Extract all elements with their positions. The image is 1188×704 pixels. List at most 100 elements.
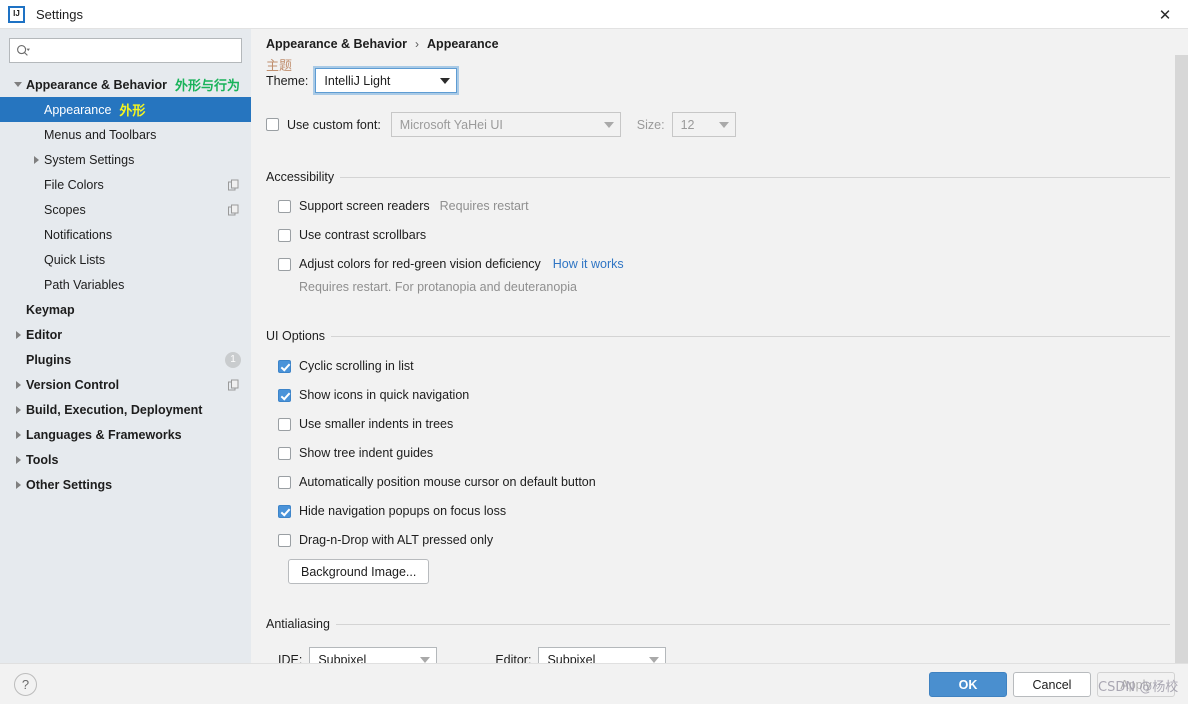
chevron-down-icon — [414, 656, 436, 663]
section-divider — [335, 623, 1170, 625]
tree-indent-guides-label: Show tree indent guides — [299, 446, 434, 460]
search-icon — [16, 44, 30, 58]
sidebar-item-languages-frameworks[interactable]: Languages & Frameworks — [0, 422, 251, 447]
drag-n-drop-alt-row: Drag-n-Drop with ALT pressed only — [278, 533, 493, 547]
chevron-right-icon[interactable] — [28, 155, 44, 164]
adjust-colors-label: Adjust colors for red-green vision defic… — [299, 257, 541, 271]
use-contrast-scrollbars-row: Use contrast scrollbars — [278, 228, 426, 242]
show-icons-quick-nav-row: Show icons in quick navigation — [278, 388, 469, 402]
sidebar-item-other-settings[interactable]: Other Settings — [0, 472, 251, 497]
sidebar-item-menus-and-toolbars[interactable]: Menus and Toolbars — [0, 122, 251, 147]
ok-button[interactable]: OK — [929, 672, 1007, 697]
sidebar-item-file-colors[interactable]: File Colors — [0, 172, 251, 197]
use-custom-font-checkbox[interactable] — [266, 118, 279, 131]
close-icon[interactable]: ✕ — [1142, 0, 1188, 29]
chevron-right-icon[interactable] — [10, 405, 26, 414]
copy-settings-icon[interactable] — [228, 179, 239, 190]
section-divider — [340, 176, 1170, 178]
sidebar-item-label: Notifications — [44, 227, 113, 242]
search-input[interactable] — [34, 43, 235, 58]
sidebar-item-system-settings[interactable]: System Settings — [0, 147, 251, 172]
show-icons-quick-nav-checkbox[interactable] — [278, 388, 291, 402]
chevron-right-icon[interactable] — [10, 380, 26, 389]
theme-combo[interactable]: IntelliJ Light — [315, 68, 458, 93]
section-divider — [331, 335, 1170, 337]
cyclic-scrolling-checkbox[interactable] — [278, 359, 291, 373]
sidebar-item-tools[interactable]: Tools — [0, 447, 251, 472]
use-contrast-scrollbars-checkbox[interactable] — [278, 228, 291, 242]
custom-font-value: Microsoft YaHei UI — [399, 117, 503, 132]
chevron-right-icon[interactable] — [10, 430, 26, 439]
theme-combo-value: IntelliJ Light — [324, 73, 391, 88]
sidebar-item-label: System Settings — [44, 152, 135, 167]
chevron-right-icon[interactable] — [10, 480, 26, 489]
content-scrollbar[interactable] — [1175, 55, 1188, 663]
apply-button: Apply — [1097, 672, 1175, 697]
sidebar-item-label: Menus and Toolbars — [44, 127, 157, 142]
breadcrumb-current: Appearance — [427, 37, 499, 51]
smaller-indents-checkbox[interactable] — [278, 417, 291, 431]
question-mark-icon[interactable]: ? — [14, 673, 37, 696]
sidebar-item-annotation: 外形 — [119, 104, 146, 119]
adjust-colors-row: Adjust colors for red-green vision defic… — [278, 257, 624, 271]
background-image-button[interactable]: Background Image... — [288, 559, 430, 584]
chevron-right-icon[interactable] — [10, 330, 26, 339]
sidebar-item-label: Languages & Frameworks — [26, 427, 182, 442]
breadcrumb-separator-icon: › — [415, 37, 420, 51]
settings-tree: Appearance & Behavior 外形与行为 Appearance 外形 Me… — [0, 72, 251, 497]
theme-label: Theme: — [266, 73, 309, 88]
chevron-down-icon[interactable] — [10, 82, 26, 87]
antialiasing-ide-label: IDE: — [278, 652, 303, 664]
font-size-combo[interactable]: 12 — [671, 112, 736, 137]
custom-font-row: Use custom font: Microsoft YaHei UI Size… — [266, 112, 736, 137]
sidebar-item-label: Build, Execution, Deployment — [26, 402, 203, 417]
intellij-idea-icon — [8, 5, 25, 23]
sidebar-item-notifications[interactable]: Notifications — [0, 222, 251, 247]
chevron-down-icon — [643, 656, 665, 663]
sidebar-item-appearance[interactable]: Appearance 外形 — [0, 97, 251, 122]
search-box[interactable] — [9, 38, 242, 63]
sidebar-item-version-control[interactable]: Version Control — [0, 372, 251, 397]
title-bar: Settings ✕ — [0, 0, 1188, 29]
smaller-indents-row: Use smaller indents in trees — [278, 417, 453, 431]
custom-font-combo[interactable]: Microsoft YaHei UI — [390, 112, 621, 137]
hide-nav-popups-checkbox[interactable] — [278, 504, 291, 518]
breadcrumb-parent[interactable]: Appearance & Behavior — [266, 37, 407, 51]
sidebar-item-scopes[interactable]: Scopes — [0, 197, 251, 222]
auto-position-cursor-checkbox[interactable] — [278, 475, 291, 489]
antialiasing-editor-value: Subpixel — [547, 652, 596, 664]
how-it-works-link[interactable]: How it works — [553, 257, 624, 271]
sidebar-item-build-execution-deployment[interactable]: Build, Execution, Deployment — [0, 397, 251, 422]
sidebar-item-label: Tools — [26, 452, 59, 467]
breadcrumb: Appearance & Behavior › Appearance — [266, 37, 499, 51]
settings-content-panel: Appearance & Behavior › Appearance 主题 Th… — [251, 29, 1188, 663]
antialiasing-ide-combo[interactable]: Subpixel — [309, 647, 438, 663]
copy-settings-icon[interactable] — [228, 204, 239, 215]
sidebar-item-quick-lists[interactable]: Quick Lists — [0, 247, 251, 272]
sidebar-item-label: Plugins — [26, 352, 72, 367]
support-screen-readers-checkbox[interactable] — [278, 199, 291, 213]
support-screen-readers-hint: Requires restart — [439, 199, 529, 213]
accessibility-footnote: Requires restart. For protanopia and deu… — [299, 280, 577, 294]
tree-indent-guides-checkbox[interactable] — [278, 446, 291, 460]
sidebar-item-appearance-behavior[interactable]: Appearance & Behavior 外形与行为 — [0, 72, 251, 97]
sidebar-item-label: Quick Lists — [44, 252, 106, 267]
drag-n-drop-alt-checkbox[interactable] — [278, 533, 291, 547]
sidebar-item-label: Keymap — [26, 302, 75, 317]
adjust-colors-checkbox[interactable] — [278, 257, 291, 271]
chevron-right-icon[interactable] — [10, 455, 26, 464]
ui-options-title: UI Options — [266, 329, 326, 343]
sidebar-item-label: Path Variables — [44, 277, 125, 292]
sidebar-item-label: Scopes — [44, 202, 86, 217]
font-size-value: 12 — [680, 117, 695, 132]
sidebar-item-path-variables[interactable]: Path Variables — [0, 272, 251, 297]
copy-settings-icon[interactable] — [228, 379, 239, 390]
sidebar-item-editor[interactable]: Editor — [0, 322, 251, 347]
show-icons-quick-nav-label: Show icons in quick navigation — [299, 388, 470, 402]
sidebar-item-keymap[interactable]: Keymap — [0, 297, 251, 322]
cancel-button[interactable]: Cancel — [1013, 672, 1091, 697]
smaller-indents-label: Use smaller indents in trees — [299, 417, 454, 431]
theme-row: Theme: IntelliJ Light — [266, 68, 458, 93]
antialiasing-editor-combo[interactable]: Subpixel — [538, 647, 667, 664]
sidebar-item-plugins[interactable]: Plugins 1 — [0, 347, 251, 372]
